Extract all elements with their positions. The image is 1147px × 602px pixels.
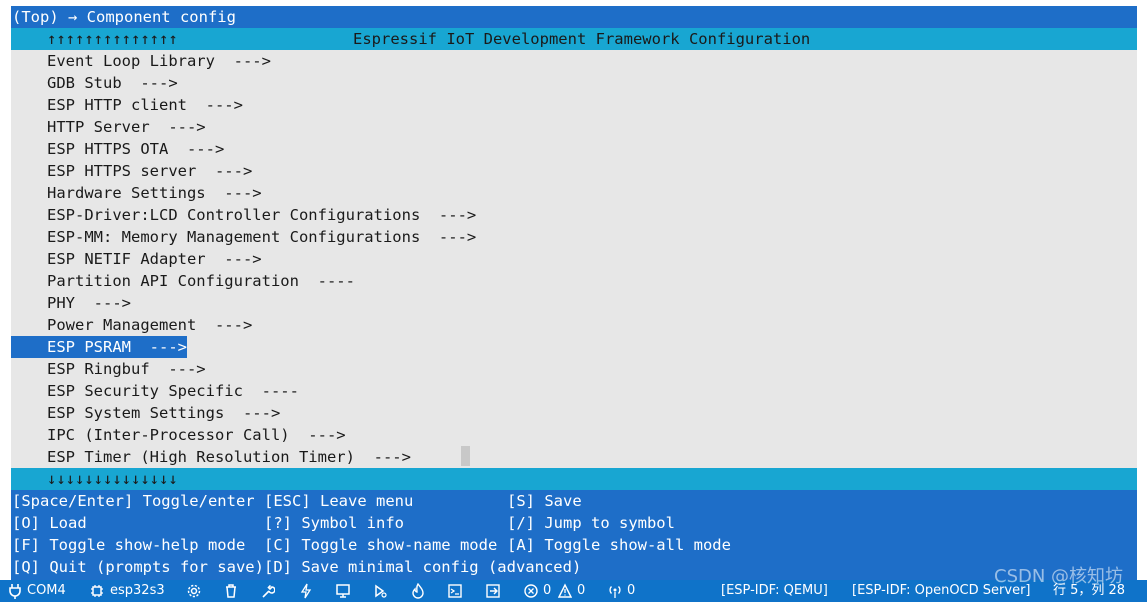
menu-item[interactable]: ESP-MM: Memory Management Configurations… <box>47 226 476 248</box>
menu-item[interactable]: ESP HTTP client ---> <box>47 94 243 116</box>
terminal-icon[interactable] <box>448 583 462 599</box>
menu-item[interactable]: ESP HTTPS server ---> <box>47 160 252 182</box>
key-hint: [/] Jump to symbol <box>507 514 675 532</box>
scroll-up-indicator[interactable]: ↑↑↑↑↑↑↑↑↑↑↑↑↑↑ <box>47 28 178 50</box>
menu-item[interactable]: ESP-Driver:LCD Controller Configurations… <box>47 204 476 226</box>
scroll-down-indicator[interactable]: ↓↓↓↓↓↓↓↓↓↓↓↓↓↓ <box>47 468 178 490</box>
key-hint: [A] Toggle show-all mode <box>507 536 731 554</box>
menu-item[interactable]: Partition API Configuration ---- <box>47 270 355 292</box>
menu-item[interactable]: ESP NETIF Adapter ---> <box>47 248 262 270</box>
target-label[interactable]: esp32s3 <box>110 580 165 602</box>
plug-icon[interactable] <box>8 583 22 599</box>
warning-count[interactable]: 0 <box>577 580 585 602</box>
menu-item[interactable]: ESP HTTPS OTA ---> <box>47 138 224 160</box>
breadcrumb: (Top) → Component config <box>12 8 236 26</box>
status-bar: COM4 esp32s3 0 0 0 [ESP-IDF: QEMU] [ESP- <box>0 566 1147 602</box>
key-hint: [D] Save minimal config (advanced) <box>264 558 582 576</box>
chip-icon[interactable] <box>90 583 104 599</box>
key-hint: [Space/Enter] Toggle/enter <box>12 492 255 510</box>
gear-icon[interactable] <box>187 583 201 599</box>
menu-item[interactable]: ESP System Settings ---> <box>47 402 280 424</box>
menu-item-selected[interactable]: ESP PSRAM ---> <box>11 336 187 358</box>
key-hint: [S] Save <box>507 492 582 510</box>
bolt-icon[interactable] <box>299 583 313 599</box>
menu-item[interactable]: ESP Timer (High Resolution Timer) ---> <box>47 446 411 468</box>
menu-item[interactable]: ESP Security Specific ---- <box>47 380 299 402</box>
error-circle-icon[interactable] <box>524 583 538 599</box>
window-title: Espressif IoT Development Framework Conf… <box>353 30 811 48</box>
monitor-icon[interactable] <box>336 583 350 599</box>
key-hint: [F] Toggle show-help mode <box>12 536 246 554</box>
port-label[interactable]: COM4 <box>27 580 66 602</box>
key-hint: [C] Toggle show-name mode <box>264 536 498 554</box>
key-hint: [ESC] Leave menu <box>264 492 414 510</box>
menu-item[interactable]: ESP Ringbuf ---> <box>47 358 206 380</box>
menu-item[interactable]: HTTP Server ---> <box>47 116 206 138</box>
broadcast-count[interactable]: 0 <box>627 580 635 602</box>
scrollbar-thumb[interactable] <box>461 446 470 466</box>
flame-icon[interactable] <box>411 583 425 599</box>
trash-icon[interactable] <box>224 583 238 599</box>
menu-item[interactable]: Power Management ---> <box>47 314 252 336</box>
broadcast-icon[interactable] <box>608 583 622 599</box>
bottom-bar <box>11 468 1137 490</box>
key-hint: [?] Symbol info <box>264 514 404 532</box>
error-count[interactable]: 0 <box>543 580 551 602</box>
menuconfig-terminal: (Top) → Component config ↑↑↑↑↑↑↑↑↑↑↑↑↑↑ … <box>0 0 1147 580</box>
wrench-icon[interactable] <box>261 583 275 599</box>
key-hint: [Q] Quit (prompts for save) <box>12 558 264 576</box>
menu-item[interactable]: Event Loop Library ---> <box>47 50 271 72</box>
menu-item[interactable]: Hardware Settings ---> <box>47 182 262 204</box>
arrow-box-icon[interactable] <box>486 583 500 599</box>
build-monitor-icon[interactable] <box>373 583 387 599</box>
qemu-button[interactable]: [ESP-IDF: QEMU] <box>721 580 828 602</box>
menu-item[interactable]: IPC (Inter-Processor Call) ---> <box>47 424 346 446</box>
menu-item[interactable]: PHY ---> <box>47 292 131 314</box>
key-hint: [O] Load <box>12 514 87 532</box>
menu-item[interactable]: GDB Stub ---> <box>47 72 178 94</box>
warning-triangle-icon[interactable] <box>558 583 572 599</box>
watermark: CSDN @核知坊 <box>994 566 1124 587</box>
